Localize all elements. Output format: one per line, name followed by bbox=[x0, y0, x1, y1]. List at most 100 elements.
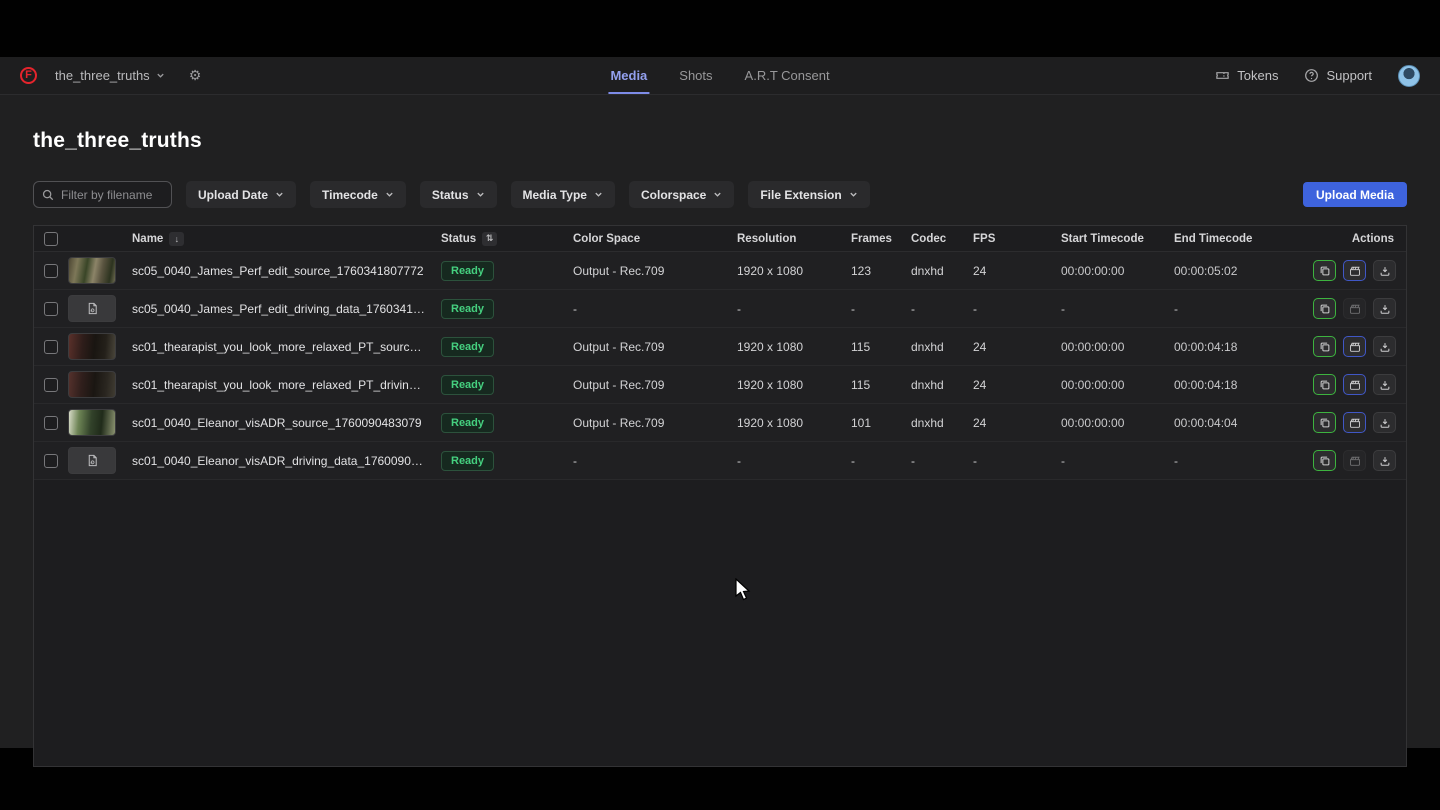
clapper-button[interactable] bbox=[1343, 374, 1366, 395]
project-name: the_three_truths bbox=[55, 68, 150, 83]
fps-value: 24 bbox=[973, 416, 1061, 430]
frames-value: 115 bbox=[851, 378, 911, 392]
table-header-row: Name↓ Status⇅ Color Space Resolution Fra… bbox=[34, 226, 1406, 252]
codec-value: - bbox=[911, 302, 973, 316]
end-timecode-value: 00:00:04:18 bbox=[1174, 340, 1282, 354]
table-row[interactable]: sc05_0040_James_Perf_edit_driving_data_1… bbox=[34, 290, 1406, 328]
download-button[interactable] bbox=[1373, 374, 1396, 395]
filter-colorspace[interactable]: Colorspace bbox=[629, 181, 734, 208]
table-body: sc05_0040_James_Perf_edit_source_1760341… bbox=[34, 252, 1406, 480]
resolution-value: - bbox=[737, 454, 851, 468]
filter-status-icon[interactable]: ⇅ bbox=[482, 232, 497, 246]
row-checkbox[interactable] bbox=[44, 264, 58, 278]
clapper-button[interactable] bbox=[1343, 412, 1366, 433]
copy-button[interactable] bbox=[1313, 260, 1336, 281]
color-space-value: Output - Rec.709 bbox=[573, 416, 737, 430]
end-timecode-value: 00:00:04:18 bbox=[1174, 378, 1282, 392]
copy-button[interactable] bbox=[1313, 336, 1336, 357]
frames-value: 115 bbox=[851, 340, 911, 354]
row-checkbox[interactable] bbox=[44, 378, 58, 392]
media-name: sc05_0040_James_Perf_edit_driving_data_1… bbox=[132, 302, 441, 316]
flawless-logo-icon[interactable]: F bbox=[20, 67, 37, 84]
nav-tabs: Media Shots A.R.T Consent bbox=[608, 57, 831, 94]
table-row[interactable]: sc05_0040_James_Perf_edit_source_1760341… bbox=[34, 252, 1406, 290]
copy-button[interactable] bbox=[1313, 412, 1336, 433]
clapperboard-icon bbox=[1349, 341, 1361, 353]
col-header-start-timecode: Start Timecode bbox=[1061, 233, 1174, 245]
download-icon bbox=[1379, 303, 1391, 315]
copy-icon bbox=[1319, 417, 1331, 429]
media-thumbnail[interactable] bbox=[68, 371, 116, 398]
upload-media-button[interactable]: Upload Media bbox=[1303, 182, 1407, 207]
fps-value: 24 bbox=[973, 264, 1061, 278]
filter-status[interactable]: Status bbox=[420, 181, 497, 208]
tokens-link[interactable]: Tokens bbox=[1215, 68, 1278, 83]
color-space-value: - bbox=[573, 454, 737, 468]
status-badge: Ready bbox=[441, 261, 494, 281]
download-icon bbox=[1379, 341, 1391, 353]
filter-upload-date[interactable]: Upload Date bbox=[186, 181, 296, 208]
media-name: sc01_thearapist_you_look_more_relaxed_PT… bbox=[132, 340, 441, 354]
copy-icon bbox=[1319, 303, 1331, 315]
col-header-codec: Codec bbox=[911, 233, 973, 245]
clapper-button bbox=[1343, 298, 1366, 319]
user-avatar[interactable] bbox=[1398, 65, 1420, 87]
resolution-value: 1920 x 1080 bbox=[737, 416, 851, 430]
data-file-icon bbox=[86, 302, 99, 315]
row-checkbox[interactable] bbox=[44, 302, 58, 316]
media-thumbnail[interactable] bbox=[68, 257, 116, 284]
gear-icon[interactable]: ⚙ bbox=[189, 67, 202, 84]
download-button[interactable] bbox=[1373, 450, 1396, 471]
select-all-checkbox[interactable] bbox=[44, 232, 58, 246]
filter-file-extension[interactable]: File Extension bbox=[748, 181, 869, 208]
filter-media-type[interactable]: Media Type bbox=[511, 181, 615, 208]
codec-value: - bbox=[911, 454, 973, 468]
tab-shots[interactable]: Shots bbox=[677, 57, 714, 94]
copy-icon bbox=[1319, 265, 1331, 277]
clapper-button[interactable] bbox=[1343, 336, 1366, 357]
copy-button[interactable] bbox=[1313, 450, 1336, 471]
filter-timecode[interactable]: Timecode bbox=[310, 181, 406, 208]
project-switcher[interactable]: the_three_truths bbox=[55, 68, 165, 83]
chevron-down-icon bbox=[476, 190, 485, 199]
filename-filter-input[interactable] bbox=[61, 188, 163, 202]
tab-art-consent[interactable]: A.R.T Consent bbox=[743, 57, 832, 94]
media-thumbnail[interactable] bbox=[68, 295, 116, 322]
start-timecode-value: 00:00:00:00 bbox=[1061, 340, 1174, 354]
col-header-frames: Frames bbox=[851, 233, 911, 245]
download-button[interactable] bbox=[1373, 298, 1396, 319]
copy-button[interactable] bbox=[1313, 374, 1336, 395]
media-name: sc01_0040_Eleanor_visADR_source_17600904… bbox=[132, 416, 441, 430]
table-row[interactable]: sc01_0040_Eleanor_visADR_source_17600904… bbox=[34, 404, 1406, 442]
copy-button[interactable] bbox=[1313, 298, 1336, 319]
media-thumbnail[interactable] bbox=[68, 333, 116, 360]
download-button[interactable] bbox=[1373, 412, 1396, 433]
status-badge: Ready bbox=[441, 337, 494, 357]
row-checkbox[interactable] bbox=[44, 340, 58, 354]
table-row[interactable]: sc01_thearapist_you_look_more_relaxed_PT… bbox=[34, 328, 1406, 366]
support-link[interactable]: Support bbox=[1304, 68, 1372, 83]
media-name: sc05_0040_James_Perf_edit_source_1760341… bbox=[132, 264, 441, 278]
fps-value: - bbox=[973, 454, 1061, 468]
download-button[interactable] bbox=[1373, 336, 1396, 357]
search-icon bbox=[42, 189, 54, 201]
fps-value: 24 bbox=[973, 378, 1061, 392]
app-window: F the_three_truths ⚙ Media Shots A.R.T C… bbox=[0, 57, 1440, 748]
row-checkbox[interactable] bbox=[44, 454, 58, 468]
ticket-icon bbox=[1215, 68, 1230, 83]
filter-bar: Upload Date Timecode Status Media Type C… bbox=[33, 181, 1407, 208]
table-row[interactable]: sc01_0040_Eleanor_visADR_driving_data_17… bbox=[34, 442, 1406, 480]
table-row[interactable]: sc01_thearapist_you_look_more_relaxed_PT… bbox=[34, 366, 1406, 404]
fps-value: 24 bbox=[973, 340, 1061, 354]
media-name: sc01_thearapist_you_look_more_relaxed_PT… bbox=[132, 378, 441, 392]
media-thumbnail[interactable] bbox=[68, 447, 116, 474]
color-space-value: Output - Rec.709 bbox=[573, 378, 737, 392]
clapper-button[interactable] bbox=[1343, 260, 1366, 281]
media-thumbnail[interactable] bbox=[68, 409, 116, 436]
download-icon bbox=[1379, 455, 1391, 467]
color-space-value: - bbox=[573, 302, 737, 316]
sort-name-icon[interactable]: ↓ bbox=[169, 232, 184, 246]
download-button[interactable] bbox=[1373, 260, 1396, 281]
tab-media[interactable]: Media bbox=[608, 57, 649, 94]
row-checkbox[interactable] bbox=[44, 416, 58, 430]
